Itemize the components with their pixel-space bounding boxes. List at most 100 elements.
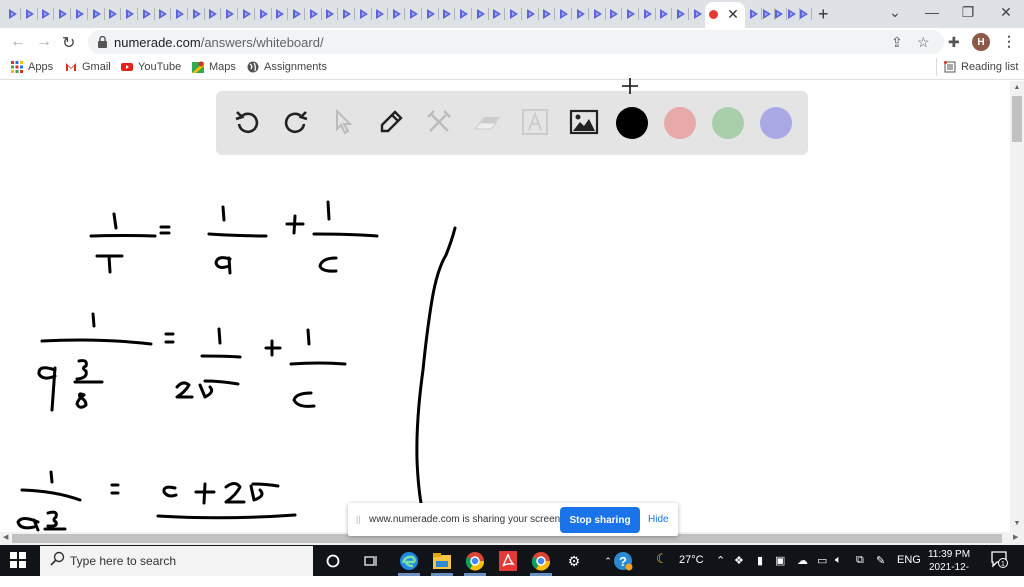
tools-button[interactable] [422,105,456,139]
browser-tab[interactable] [155,4,172,24]
browser-tab[interactable] [590,4,606,24]
browser-tab[interactable] [473,4,489,24]
browser-tab[interactable] [139,4,155,24]
browser-tab[interactable] [539,4,556,24]
url-text[interactable]: numerade.com/answers/whiteboard/ [114,35,324,50]
reading-list-button[interactable]: Reading list [944,61,1018,73]
moon-weather-icon[interactable]: ☾ [656,551,668,567]
browser-tab[interactable] [690,4,706,24]
browser-tab[interactable] [72,4,88,24]
browser-tab[interactable] [205,4,222,24]
select-button[interactable] [326,105,360,139]
browser-tab[interactable] [406,4,422,24]
hide-button[interactable]: Hide [648,514,669,525]
back-button[interactable]: ← [10,33,26,51]
browser-tab[interactable] [256,4,272,24]
browser-tab[interactable] [673,4,689,24]
undo-button[interactable] [231,105,265,139]
vertical-scroll-thumb[interactable] [1012,96,1022,142]
color-swatch-pink[interactable] [664,107,696,139]
file-explorer-icon[interactable] [431,550,453,572]
pen-workspace-icon[interactable]: ✎ [876,554,885,567]
browser-tab[interactable] [322,4,339,24]
browser-tab[interactable] [105,4,122,24]
browser-tab[interactable] [5,4,21,24]
battery-icon[interactable]: ▭ [817,554,827,567]
browser-tab[interactable] [38,4,55,24]
browser-tab[interactable] [239,4,255,24]
extensions-icon[interactable]: ✚ [948,34,960,51]
browser-tab[interactable] [172,4,188,24]
minimize-button[interactable]: — [922,4,942,20]
weather-temp[interactable]: 27°C [679,554,704,566]
task-view-icon[interactable] [360,550,382,572]
browser-tab[interactable] [339,4,355,24]
browser-tab[interactable] [556,4,573,24]
tab-search-button[interactable]: ⌄ [885,4,905,21]
scroll-down-arrow-icon[interactable]: ▼ [1012,520,1022,527]
browser-tab[interactable] [489,4,506,24]
help-icon[interactable]: ? [612,550,634,572]
acrobat-icon[interactable] [497,550,519,572]
text-button[interactable] [518,105,552,139]
browser-tab[interactable] [623,4,639,24]
meet-now-icon[interactable]: ▣ [775,554,785,567]
vertical-scrollbar[interactable] [1010,81,1024,532]
share-icon[interactable]: ⇪ [891,34,903,51]
bookmark-youtube[interactable]: YouTube [121,61,181,73]
menu-icon[interactable]: ⋮ [1002,33,1016,50]
browser-tab[interactable] [89,4,105,24]
browser-tab[interactable] [456,4,472,24]
stop-sharing-button[interactable]: Stop sharing [560,507,640,533]
settings-gear-icon[interactable]: ⚙ [563,550,585,572]
language-indicator[interactable]: ENG [897,554,921,566]
scroll-left-arrow-icon[interactable]: ◀ [3,533,8,541]
pen-button[interactable] [374,105,408,139]
usb-icon[interactable]: ▮ [757,554,763,567]
browser-tab[interactable] [272,4,289,24]
browser-tab[interactable] [389,4,406,24]
close-tab-button[interactable]: ✕ [726,6,740,23]
browser-tab[interactable] [22,4,38,24]
bookmark-star-icon[interactable]: ☆ [917,34,930,51]
scroll-right-arrow-icon[interactable]: ▶ [1013,533,1018,541]
restore-button[interactable]: ❐ [958,4,978,21]
browser-tab[interactable] [289,4,305,24]
notification-center-icon[interactable]: 1 [990,550,1008,568]
bookmark-maps[interactable]: Maps [192,61,236,73]
color-swatch-green[interactable] [712,107,744,139]
new-tab-button[interactable]: + [818,4,829,25]
bookmark-assignments[interactable]: Assignments [247,61,327,73]
browser-tab[interactable] [523,4,539,24]
browser-tab[interactable] [122,4,138,24]
browser-tab[interactable] [796,4,812,24]
color-swatch-lavender[interactable] [760,107,792,139]
browser-tab[interactable] [306,4,322,24]
scroll-up-arrow-icon[interactable]: ▲ [1012,84,1022,91]
volume-icon[interactable]: 🔈︎ [835,554,842,567]
clock[interactable]: 11:39 PM 2021-12-20 [924,548,974,587]
windows-start-icon[interactable] [10,552,26,568]
browser-tab[interactable] [55,4,72,24]
chrome-icon[interactable] [530,550,552,572]
show-hidden-icons[interactable]: ⌃ [716,554,725,567]
browser-tab[interactable] [439,4,456,24]
browser-tab[interactable] [656,4,673,24]
browser-tab[interactable] [222,4,239,24]
profile-avatar[interactable]: H [972,33,990,51]
drag-handle-icon[interactable]: || [356,514,361,524]
browser-tab[interactable] [423,4,439,24]
browser-tab[interactable] [506,4,522,24]
reload-button[interactable]: ↻ [62,33,75,53]
browser-tab[interactable] [372,4,389,24]
dropbox-icon[interactable]: ❖ [734,554,744,567]
display-icon[interactable]: ⧉ [856,554,864,567]
chrome-profile-icon[interactable] [464,550,486,572]
browser-tab[interactable] [189,4,205,24]
forward-button[interactable]: → [36,33,52,51]
redo-button[interactable] [278,105,312,139]
bookmark-apps[interactable]: Apps [11,61,53,73]
close-window-button[interactable]: ✕ [996,4,1016,21]
browser-tab[interactable] [606,4,623,24]
eraser-button[interactable] [470,105,504,139]
